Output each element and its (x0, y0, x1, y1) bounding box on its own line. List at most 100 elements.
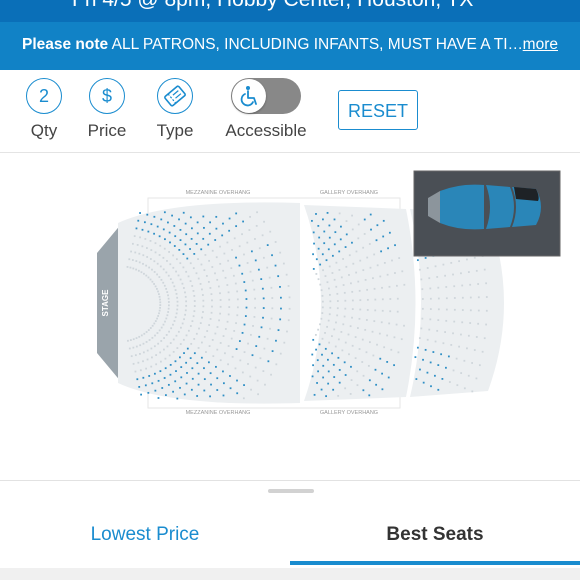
seat[interactable] (167, 311, 170, 313)
seat[interactable] (338, 381, 341, 384)
seat[interactable] (331, 254, 334, 257)
seat[interactable] (397, 351, 400, 354)
seat[interactable] (342, 258, 344, 260)
seat[interactable] (254, 238, 256, 240)
seat[interactable] (246, 262, 249, 264)
seat[interactable] (234, 367, 237, 370)
seat[interactable] (366, 256, 369, 259)
seat[interactable] (437, 286, 440, 289)
seat[interactable] (230, 267, 233, 270)
seat[interactable] (322, 269, 324, 272)
seat[interactable] (137, 219, 140, 222)
seat[interactable] (390, 348, 393, 351)
tab-lowest-price[interactable]: Lowest Price (0, 505, 290, 565)
seat[interactable] (203, 378, 206, 381)
seat[interactable] (389, 298, 392, 300)
seat[interactable] (340, 225, 342, 228)
seat[interactable] (254, 259, 257, 262)
seat[interactable] (241, 233, 243, 236)
seat[interactable] (348, 274, 350, 276)
seat[interactable] (204, 254, 207, 256)
seat[interactable] (209, 318, 212, 320)
seat[interactable] (235, 256, 237, 259)
seat[interactable] (358, 317, 361, 320)
seat[interactable] (269, 327, 271, 330)
seat[interactable] (243, 323, 246, 326)
seat[interactable] (394, 272, 396, 274)
seat[interactable] (162, 281, 165, 284)
seat[interactable] (163, 377, 166, 379)
seat[interactable] (208, 345, 211, 347)
seat[interactable] (150, 347, 153, 350)
seat[interactable] (320, 317, 323, 320)
seat[interactable] (134, 370, 137, 373)
seat[interactable] (153, 215, 156, 218)
seat[interactable] (311, 375, 314, 378)
seat[interactable] (132, 267, 135, 270)
seat[interactable] (167, 294, 169, 297)
seat[interactable] (357, 327, 359, 329)
seat[interactable] (422, 358, 424, 361)
seat[interactable] (424, 348, 427, 351)
seat[interactable] (336, 300, 339, 302)
seat[interactable] (169, 241, 171, 244)
seat[interactable] (336, 307, 339, 310)
seat[interactable] (227, 363, 229, 366)
seat[interactable] (441, 377, 444, 380)
seat[interactable] (243, 351, 246, 354)
seat[interactable] (395, 323, 398, 326)
seat[interactable] (324, 332, 326, 334)
seat[interactable] (229, 387, 232, 390)
notice-more-link[interactable]: more (523, 36, 558, 54)
seat[interactable] (150, 223, 153, 226)
seat[interactable] (207, 361, 210, 364)
seat[interactable] (190, 342, 193, 345)
seat[interactable] (142, 342, 145, 345)
seat[interactable] (167, 221, 169, 224)
seat[interactable] (149, 327, 152, 329)
seat[interactable] (263, 347, 266, 350)
seat[interactable] (344, 374, 347, 376)
seat[interactable] (155, 287, 158, 290)
seat[interactable] (197, 383, 200, 386)
seat[interactable] (421, 298, 424, 300)
seat[interactable] (181, 282, 184, 285)
seat[interactable] (362, 269, 365, 272)
seat[interactable] (356, 370, 359, 373)
seat[interactable] (333, 243, 336, 246)
seat[interactable] (331, 272, 334, 274)
seat[interactable] (313, 242, 315, 245)
seat[interactable] (173, 285, 176, 288)
seat[interactable] (215, 256, 218, 259)
seat[interactable] (134, 251, 137, 254)
seat[interactable] (137, 269, 140, 272)
seat[interactable] (186, 257, 189, 260)
seat[interactable] (376, 224, 379, 227)
seat[interactable] (159, 306, 161, 309)
seat[interactable] (379, 275, 382, 278)
seat[interactable] (239, 359, 242, 362)
seat[interactable] (183, 318, 185, 321)
seat[interactable] (335, 261, 338, 264)
seat[interactable] (211, 299, 213, 302)
seat[interactable] (350, 282, 352, 285)
seat[interactable] (366, 288, 369, 291)
seat[interactable] (222, 269, 225, 272)
seat[interactable] (260, 326, 263, 329)
seat[interactable] (381, 372, 383, 375)
seat[interactable] (453, 320, 456, 323)
seat[interactable] (467, 271, 470, 273)
seat[interactable] (362, 246, 365, 249)
seat[interactable] (461, 296, 464, 299)
seat[interactable] (149, 278, 152, 281)
seat[interactable] (277, 329, 280, 332)
seat[interactable] (231, 355, 234, 358)
seat[interactable] (373, 320, 376, 323)
seat[interactable] (159, 298, 161, 301)
seat[interactable] (366, 298, 369, 301)
seat[interactable] (143, 332, 146, 335)
seat[interactable] (387, 247, 389, 250)
seat[interactable] (134, 354, 137, 357)
seat[interactable] (367, 364, 370, 367)
seat[interactable] (485, 309, 488, 312)
